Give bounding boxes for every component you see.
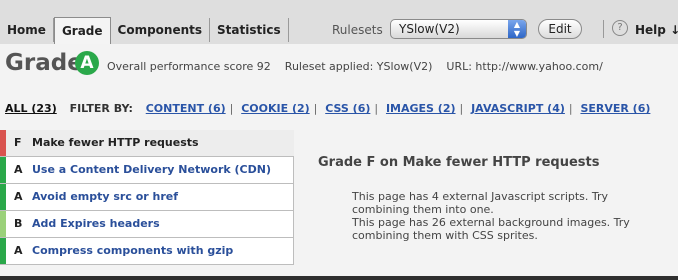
rule-name: Add Expires headers [32,217,160,230]
tab-statistics[interactable]: Statistics [210,18,289,42]
nav-tabs: Home Grade Components Statistics [0,17,289,44]
grade-color-bar [0,157,6,183]
tab-home[interactable]: Home [0,18,54,42]
rule-item[interactable]: A Avoid empty src or href [0,184,294,211]
filter-css-link[interactable]: CSS (6) [325,102,370,115]
filter-bar: ALL (23) FILTER BY: CONTENT (6) | COOKIE … [5,100,650,118]
filter-images-link[interactable]: IMAGES (2) [386,102,456,115]
rule-list: F Make fewer HTTP requests A Use a Conte… [0,130,294,280]
rule-grade: A [14,244,23,257]
rule-grade: B [14,217,23,230]
grade-summary: Overall performance score 92 Ruleset app… [107,60,603,73]
tab-components[interactable]: Components [111,18,211,42]
grade-color-bar [0,211,6,237]
rule-item[interactable]: F Make fewer HTTP requests [0,130,294,157]
divider [603,20,604,38]
page-title: Grade [5,50,83,76]
help-icon[interactable]: ? [612,20,628,36]
rule-item[interactable]: A Compress components with gzip [0,238,294,265]
divider: | [229,102,234,115]
grade-color-bar [0,130,6,156]
rule-grade: A [14,163,23,176]
rule-name: Use a Content Delivery Network (CDN) [32,163,271,176]
filter-all-link[interactable]: ALL (23) [5,102,57,115]
detail-title: Grade F on Make fewer HTTP requests [318,155,600,170]
rule-item[interactable]: A Use a Content Delivery Network (CDN) [0,157,294,184]
tab-grade[interactable]: Grade [53,17,111,44]
grade-color-bar [0,238,6,264]
rulesets-label: Rulesets [332,23,383,37]
divider: | [313,102,318,115]
filter-by-label: FILTER BY: [69,102,133,115]
divider: | [568,102,573,115]
tab-bar: Home Grade Components Statistics Ruleset… [0,0,678,44]
filter-cookie-link[interactable]: COOKIE (2) [241,102,309,115]
help-menu[interactable]: Help ↓ [635,21,678,39]
ruleset-select[interactable]: YSlow(V2) ▲ ▼ [390,19,527,39]
grade-color-bar [0,184,6,210]
filter-server-link[interactable]: SERVER (6) [580,102,650,115]
rule-grade: A [14,190,23,203]
detail-body: This page has 4 external Javascript scri… [352,190,630,242]
filter-javascript-link[interactable]: JAVASCRIPT (4) [471,102,565,115]
rule-grade: F [14,136,22,149]
rule-name: Avoid empty src or href [32,190,179,203]
select-arrows-icon: ▲ ▼ [508,20,526,38]
rule-item[interactable]: B Add Expires headers [0,211,294,238]
divider: | [459,102,464,115]
grade-badge: A [75,51,99,75]
ruleset-select-value: YSlow(V2) [399,22,460,36]
edit-button[interactable]: Edit [538,19,582,39]
rule-name: Compress components with gzip [32,244,234,257]
filter-content-link[interactable]: CONTENT (6) [146,102,226,115]
divider: | [374,102,379,115]
rule-name: Make fewer HTTP requests [32,136,199,149]
